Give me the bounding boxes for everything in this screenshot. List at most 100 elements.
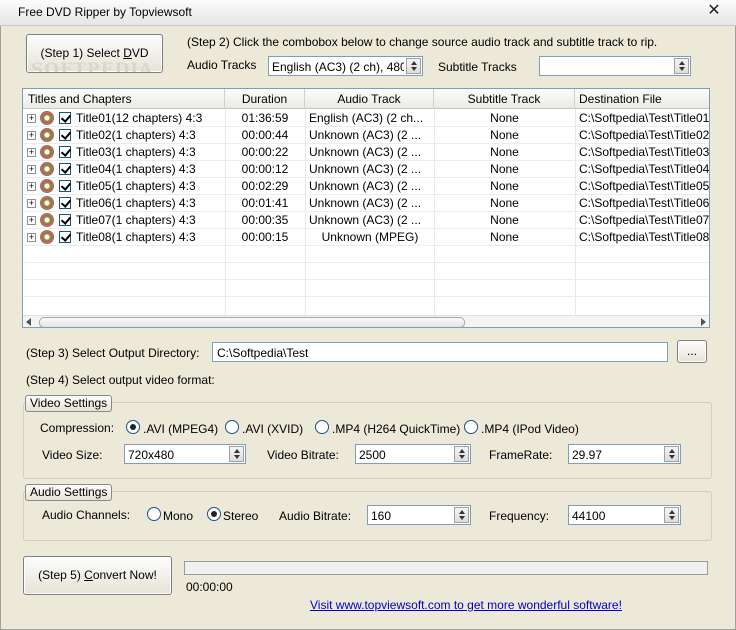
subtitle-cell: None	[490, 162, 519, 176]
subtitle-tracks-dropdown-icon[interactable]	[674, 58, 689, 74]
expand-icon[interactable]: +	[27, 233, 36, 242]
col-subtitle-track[interactable]: Subtitle Track	[434, 89, 575, 109]
audio-cell: Unknown (AC3) (2 ...	[309, 128, 422, 142]
table-row[interactable]: + Title04(1 chapters) 4:3 00:00:12 Unknown …	[23, 161, 710, 178]
subtitle-tracks-combo[interactable]	[539, 56, 691, 76]
expand-icon[interactable]: +	[27, 131, 36, 140]
audio-bitrate-value: 160	[371, 509, 392, 523]
radio-mono[interactable]	[147, 507, 161, 521]
col-duration[interactable]: Duration	[225, 89, 305, 109]
title-checkbox[interactable]	[59, 214, 71, 226]
expand-icon[interactable]: +	[27, 182, 36, 191]
select-dvd-label-key: D	[123, 46, 132, 60]
audio-bitrate-combo[interactable]: 160	[367, 505, 471, 525]
title-checkbox[interactable]	[59, 146, 71, 158]
title-checkbox[interactable]	[59, 231, 71, 243]
conversion-progress-bar	[184, 561, 708, 575]
duration-cell: 00:00:44	[241, 128, 289, 142]
frequency-combo[interactable]: 44100	[568, 505, 681, 525]
titles-list-hscrollbar[interactable]	[23, 315, 709, 327]
audio-tracks-dropdown-icon[interactable]	[406, 58, 421, 74]
col-audio-track[interactable]: Audio Track	[305, 89, 434, 109]
subtitle-tracks-label: Subtitle Tracks	[438, 60, 517, 74]
scroll-right-icon[interactable]	[701, 318, 706, 326]
titles-list[interactable]: Titles and Chapters Duration Audio Track…	[22, 88, 710, 328]
title-checkbox[interactable]	[59, 180, 71, 192]
duration-cell: 00:00:15	[241, 230, 289, 244]
dvd-title-icon	[40, 162, 54, 176]
topviewsoft-link[interactable]: Visit www.topviewsoft.com to get more wo…	[310, 598, 622, 612]
duration-cell: 01:36:59	[241, 111, 289, 125]
video-bitrate-dropdown-icon[interactable]	[454, 446, 469, 462]
browse-button[interactable]: ...	[677, 340, 707, 363]
destination-cell: C:\Softpedia\Test\Title02	[579, 128, 710, 142]
table-row[interactable]: + Title02(1 chapters) 4:3 00:00:44 Unknown …	[23, 127, 710, 144]
title-checkbox[interactable]	[59, 163, 71, 175]
destination-cell: C:\Softpedia\Test\Title04	[579, 162, 710, 176]
table-row[interactable]: + Title05(1 chapters) 4:3 00:02:29 Unknown …	[23, 178, 710, 195]
expand-icon[interactable]: +	[27, 165, 36, 174]
table-row[interactable]: + Title07(1 chapters) 4:3 00:00:35 Unknown …	[23, 212, 709, 229]
title-checkbox[interactable]	[59, 112, 71, 124]
radio-avi-xvid[interactable]	[225, 420, 239, 434]
duration-cell: 00:01:41	[241, 196, 289, 210]
scroll-left-icon[interactable]	[26, 318, 31, 326]
expand-icon[interactable]: +	[27, 199, 36, 208]
audio-bitrate-label: Audio Bitrate:	[279, 509, 352, 523]
col-destination-file[interactable]: Destination File	[575, 89, 709, 109]
title-cell: Title05(1 chapters) 4:3	[76, 179, 196, 193]
step4-label: (Step 4) Select output video format:	[26, 373, 215, 387]
elapsed-time: 00:00:00	[186, 580, 233, 594]
step3-label: (Step 3) Select Output Directory:	[26, 346, 200, 360]
title-cell: Title07(1 chapters) 4:3	[76, 213, 196, 227]
dvd-title-icon	[40, 128, 54, 142]
radio-mp4-ipod[interactable]	[464, 420, 478, 434]
audio-cell: English (AC3) (2 ch...	[309, 111, 424, 125]
subtitle-cell: None	[490, 111, 519, 125]
title-cell: Title01(12 chapters) 4:3	[76, 111, 203, 125]
title-cell: Title08(1 chapters) 4:3	[76, 230, 196, 244]
avi-mpeg4-label: .AVI (MPEG4)	[143, 422, 219, 436]
radio-avi-mpeg4[interactable]	[126, 420, 140, 434]
table-row[interactable]: + Title03(1 chapters) 4:3 00:00:22 Unknown …	[23, 144, 709, 161]
audio-settings-title: Audio Settings	[25, 484, 113, 501]
video-bitrate-combo[interactable]: 2500	[355, 444, 471, 464]
audio-channels-label: Audio Channels:	[42, 508, 131, 522]
video-bitrate-label: Video Bitrate:	[267, 448, 339, 462]
expand-icon[interactable]: +	[27, 216, 36, 225]
expand-icon[interactable]: +	[27, 148, 36, 157]
audio-tracks-combo[interactable]: English (AC3) (2 ch), 48000Hz	[268, 56, 423, 76]
expand-icon[interactable]: +	[27, 114, 36, 123]
title-checkbox[interactable]	[59, 129, 71, 141]
audio-cell: Unknown (AC3) (2 ...	[309, 179, 422, 193]
convert-label-key: C	[84, 568, 93, 582]
titles-list-header: Titles and Chapters Duration Audio Track…	[23, 89, 709, 109]
title-bar: Free DVD Ripper by Topviewsoft ✕	[0, 0, 736, 26]
convert-now-button[interactable]: (Step 5) Convert Now!	[23, 556, 172, 595]
framerate-dropdown-icon[interactable]	[664, 446, 679, 462]
table-row[interactable]: + Title01(12 chapters) 4:3 01:36:59 English…	[23, 110, 709, 127]
frequency-dropdown-icon[interactable]	[664, 507, 679, 523]
video-size-label: Video Size:	[42, 448, 103, 462]
title-cell: Title03(1 chapters) 4:3	[76, 145, 196, 159]
table-row[interactable]: + Title06(1 chapters) 4:3 00:01:41 Unknown …	[23, 195, 709, 212]
dvd-title-icon	[40, 230, 54, 244]
destination-cell: C:\Softpedia\Test\Title05	[579, 179, 710, 193]
col-titles-chapters[interactable]: Titles and Chapters	[23, 89, 225, 109]
audio-bitrate-dropdown-icon[interactable]	[454, 507, 469, 523]
audio-cell: Unknown (MPEG)	[321, 230, 419, 244]
table-row[interactable]: + Title08(1 chapters) 4:3 00:00:15 Unknown …	[23, 229, 709, 246]
title-checkbox[interactable]	[59, 197, 71, 209]
title-cell: Title04(1 chapters) 4:3	[76, 162, 196, 176]
close-icon[interactable]: ✕	[706, 3, 722, 19]
radio-mp4-h264[interactable]	[315, 420, 329, 434]
radio-stereo[interactable]	[207, 507, 221, 521]
dvd-title-icon	[40, 213, 54, 227]
scroll-thumb[interactable]	[39, 317, 465, 327]
output-directory-input[interactable]: C:\Softpedia\Test	[212, 342, 668, 362]
select-dvd-button[interactable]: SOFTPEDIA (Step 1) Select DVD	[26, 34, 163, 73]
framerate-combo[interactable]: 29.97	[568, 444, 681, 464]
video-size-dropdown-icon[interactable]	[229, 446, 244, 462]
video-size-combo[interactable]: 720x480	[124, 444, 246, 464]
frequency-value: 44100	[572, 509, 606, 523]
